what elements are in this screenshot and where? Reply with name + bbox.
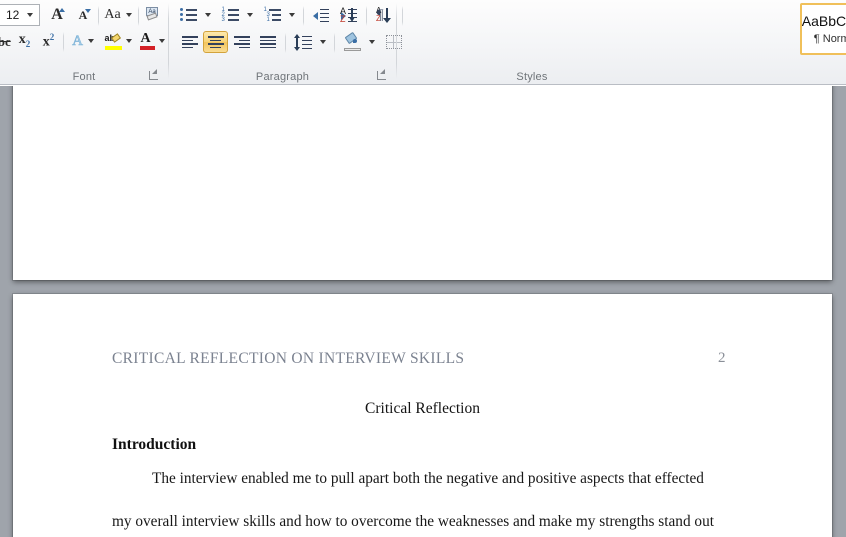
text-effects-caret-icon: [87, 39, 94, 43]
style-sample: AaBbCcDc: [801, 13, 846, 29]
divider: [285, 33, 286, 53]
divider: [138, 6, 139, 26]
justify-button[interactable]: [255, 31, 280, 53]
divider: [334, 33, 335, 53]
text-effects-button[interactable]: A: [66, 30, 100, 52]
document-title: Critical Reflection: [365, 400, 480, 417]
group-label-styles: Styles: [516, 71, 548, 83]
pilcrow-icon: ¶: [376, 6, 384, 23]
change-case-button[interactable]: Aa: [101, 4, 135, 26]
font-dialog-launcher[interactable]: [148, 69, 160, 81]
body-paragraph-line-2: my overall interview skills and how to o…: [112, 513, 714, 530]
bullets-button[interactable]: [175, 4, 201, 26]
paragraph-dialog-launcher[interactable]: [376, 69, 388, 81]
line-spacing-button[interactable]: [290, 31, 316, 53]
divider: [303, 6, 304, 26]
document-page-2[interactable]: CRITICAL REFLECTION ON INTERVIEW SKILLS …: [13, 294, 832, 537]
strikethrough-button[interactable]: abc: [0, 30, 12, 52]
align-right-icon: [233, 36, 250, 49]
decrease-indent-icon: [313, 8, 329, 23]
divider: [366, 6, 367, 26]
document-canvas[interactable]: CRITICAL REFLECTION ON INTERVIEW SKILLS …: [0, 86, 846, 537]
bullets-caret-icon: [204, 13, 211, 17]
font-size-dropdown-arrow[interactable]: [23, 5, 37, 25]
clear-formatting-icon: Aa: [144, 7, 162, 23]
numbering-dropdown[interactable]: [243, 4, 256, 26]
align-center-icon: [207, 36, 224, 49]
numbering-button[interactable]: 1 2 3: [217, 4, 243, 26]
font-color-icon: A: [139, 31, 155, 50]
sort-az-icon: A Z: [339, 6, 359, 24]
ribbon-group-font: 12 A A Aa Aa abc: [0, 0, 168, 85]
text-highlight-icon: ab: [104, 33, 122, 50]
font-size-value: 12: [6, 8, 20, 22]
line-spacing-dropdown[interactable]: [316, 31, 329, 53]
numbered-list-icon: 1 2 3: [222, 7, 239, 23]
ribbon-group-styles: AaBbCcDc¶ NormalAaBbCcDc¶ No Spaci...AaB…: [397, 0, 846, 85]
font-size-combobox[interactable]: 12: [0, 4, 40, 26]
align-left-button[interactable]: [177, 31, 202, 53]
font-color-button[interactable]: A: [136, 30, 168, 52]
change-case-icon: Aa: [104, 7, 121, 22]
superscript-button[interactable]: x2: [37, 30, 60, 52]
clear-formatting-button[interactable]: Aa: [141, 4, 165, 26]
multilevel-caret-icon: [288, 13, 295, 17]
page-header-text: CRITICAL REFLECTION ON INTERVIEW SKILLS: [112, 350, 465, 367]
highlight-caret-icon: [125, 39, 132, 43]
page-header-page-number: 2: [718, 350, 726, 366]
ribbon: 12 A A Aa Aa abc: [0, 0, 846, 85]
group-label-font: Font: [72, 71, 96, 83]
shading-button[interactable]: [339, 31, 365, 53]
divider: [63, 32, 64, 52]
subscript-button[interactable]: x2: [13, 30, 36, 52]
decrease-indent-button[interactable]: [308, 4, 334, 26]
group-label-paragraph: Paragraph: [255, 71, 310, 83]
subscript-icon: x2: [18, 32, 31, 49]
numbering-caret-icon: [246, 13, 253, 17]
style-item-normal[interactable]: AaBbCcDc ¶ Normal: [800, 3, 846, 55]
multilevel-list-icon: 1 3 1: [264, 7, 281, 23]
strikethrough-icon: abc: [0, 33, 11, 49]
text-effects-icon: A: [72, 32, 83, 49]
document-page-1[interactable]: [13, 86, 832, 280]
style-label: ¶ Normal: [813, 33, 846, 45]
bullet-list-icon: [179, 8, 197, 22]
shrink-font-arrow-icon: [85, 9, 91, 13]
change-case-caret-icon: [125, 13, 132, 17]
line-spacing-caret-icon: [319, 40, 326, 44]
grow-font-button[interactable]: A: [45, 4, 69, 26]
divider: [98, 6, 99, 26]
bullets-dropdown[interactable]: [201, 4, 214, 26]
text-highlight-color-button[interactable]: ab: [101, 30, 135, 52]
font-color-caret-icon: [158, 39, 165, 43]
align-center-button[interactable]: [203, 31, 228, 53]
sort-button-visual[interactable]: A Z: [335, 4, 363, 26]
multilevel-dropdown[interactable]: [285, 4, 298, 26]
shading-icon: [343, 31, 361, 51]
show-formatting-marks-button[interactable]: ¶: [368, 4, 392, 26]
line-spacing-icon: [294, 33, 312, 51]
section-heading-introduction: Introduction: [112, 436, 197, 453]
shrink-font-button[interactable]: A: [71, 4, 95, 26]
superscript-icon: x2: [42, 31, 55, 50]
align-left-icon: [181, 36, 198, 49]
justify-icon: [259, 36, 276, 49]
shading-dropdown[interactable]: [365, 31, 378, 53]
multilevel-list-button[interactable]: 1 3 1: [259, 4, 285, 26]
body-paragraph-line-1: The interview enabled me to pull apart b…: [152, 470, 704, 487]
grow-font-arrow-icon: [59, 8, 65, 12]
align-right-button[interactable]: [229, 31, 254, 53]
shading-caret-icon: [368, 40, 375, 44]
